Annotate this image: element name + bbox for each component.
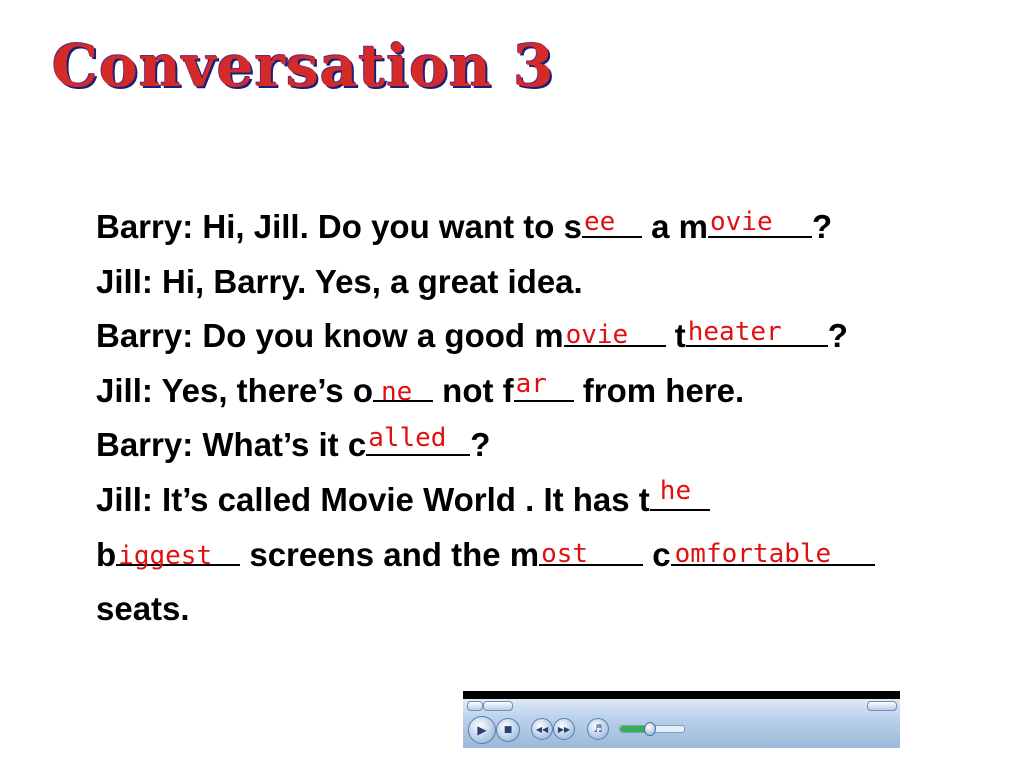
answer-text: ne [381, 376, 413, 407]
line-text: not f [433, 371, 514, 409]
fill-blank: ne [373, 370, 433, 406]
play-button[interactable]: ▶ [468, 716, 496, 744]
line-text: ? [811, 208, 833, 245]
previous-icon: ◀◀ [535, 724, 549, 734]
fill-blank: ovie [707, 206, 812, 238]
fill-blank: ovie [563, 315, 666, 351]
player-title-bar [463, 691, 900, 699]
fill-blank: ee [581, 206, 642, 238]
media-player-controls: ▶ ■ ◀◀ ▶▶ ♬ [463, 691, 900, 748]
answer-text: he [659, 475, 692, 506]
line-text: Do you know a good m [202, 317, 564, 355]
line-text: t [665, 317, 686, 355]
fill-blank: ost [539, 534, 644, 569]
line-text: screens and the m [240, 535, 540, 573]
answer-text: iggest [118, 540, 213, 571]
volume-slider[interactable] [619, 722, 685, 736]
fill-blank: ar [513, 368, 574, 402]
mini-button-left[interactable] [467, 701, 483, 711]
speaker-label: Jill: [96, 371, 153, 409]
answer-text: ovie [565, 320, 629, 351]
dialog-line-3: Barry: Do you know a good m ovie t heater? [96, 309, 976, 364]
speaker-label: Barry: [96, 208, 194, 245]
speaker-label: Barry: [96, 317, 194, 355]
line-text: What’s it c [202, 426, 367, 464]
answer-text: omfortable [674, 538, 832, 569]
answer-text: ost [541, 538, 589, 569]
dialog-line-4: Jill: Yes, there’s o ne not f ar from here… [96, 364, 976, 419]
speaker-icon: ♬ [593, 723, 603, 735]
volume-thumb[interactable] [643, 722, 656, 736]
answer-text: alled [368, 423, 447, 454]
next-button[interactable]: ▶▶ [553, 718, 575, 740]
fill-blank: alled [366, 423, 471, 457]
speaker-label: Jill: [96, 262, 153, 300]
previous-button[interactable]: ◀◀ [531, 718, 553, 740]
line-text: Yes, there’s o [161, 371, 373, 409]
fill-blank: omfortable [670, 534, 875, 569]
mini-button-left-2[interactable] [483, 701, 513, 711]
dialog-text: Barry: Hi, Jill. Do you want to s ee a mo… [96, 200, 976, 637]
mute-button[interactable]: ♬ [587, 718, 609, 740]
answer-text: ee [583, 207, 616, 237]
line-text: It’s called Movie World . It has t [162, 480, 650, 518]
play-icon: ▶ [477, 723, 487, 737]
line-text: ? [470, 426, 491, 464]
mini-button-right[interactable] [867, 701, 897, 711]
line-text: ? [827, 317, 848, 355]
stop-icon: ■ [503, 725, 513, 735]
line-text: seats. [96, 590, 190, 628]
dialog-line-8: seats. [96, 582, 976, 637]
dialog-line-6: Jill: It’s called Movie World . It has t… [96, 473, 976, 528]
dialog-line-2: Jill: Hi, Barry. Yes, a great idea. [96, 255, 976, 310]
answer-text: ar [515, 368, 547, 399]
line-text: from here. [573, 371, 745, 409]
dialog-line-7: b iggest screens and the m ost c omfortable [96, 528, 976, 583]
line-text: c [643, 535, 671, 573]
slide-title: Conversation 3 [52, 32, 555, 100]
answer-text: heater [687, 317, 782, 348]
fill-blank: iggest [116, 534, 241, 570]
fill-blank: he [649, 475, 710, 511]
next-icon: ▶▶ [557, 724, 571, 734]
line-text: Hi, Barry. Yes, a great idea. [162, 262, 583, 300]
dialog-line-1: Barry: Hi, Jill. Do you want to s ee a mo… [96, 200, 976, 255]
dialog-line-5: Barry: What’s it c alled? [96, 418, 976, 473]
fill-blank: heater [685, 315, 828, 348]
line-text: Hi, Jill. Do you want to s [202, 208, 582, 245]
line-text: a m [641, 208, 708, 245]
speaker-label: Jill: [96, 480, 153, 518]
answer-text: ovie [709, 207, 773, 237]
speaker-label: Barry: [96, 426, 194, 464]
line-text: b [96, 535, 117, 573]
stop-button[interactable]: ■ [496, 718, 520, 742]
